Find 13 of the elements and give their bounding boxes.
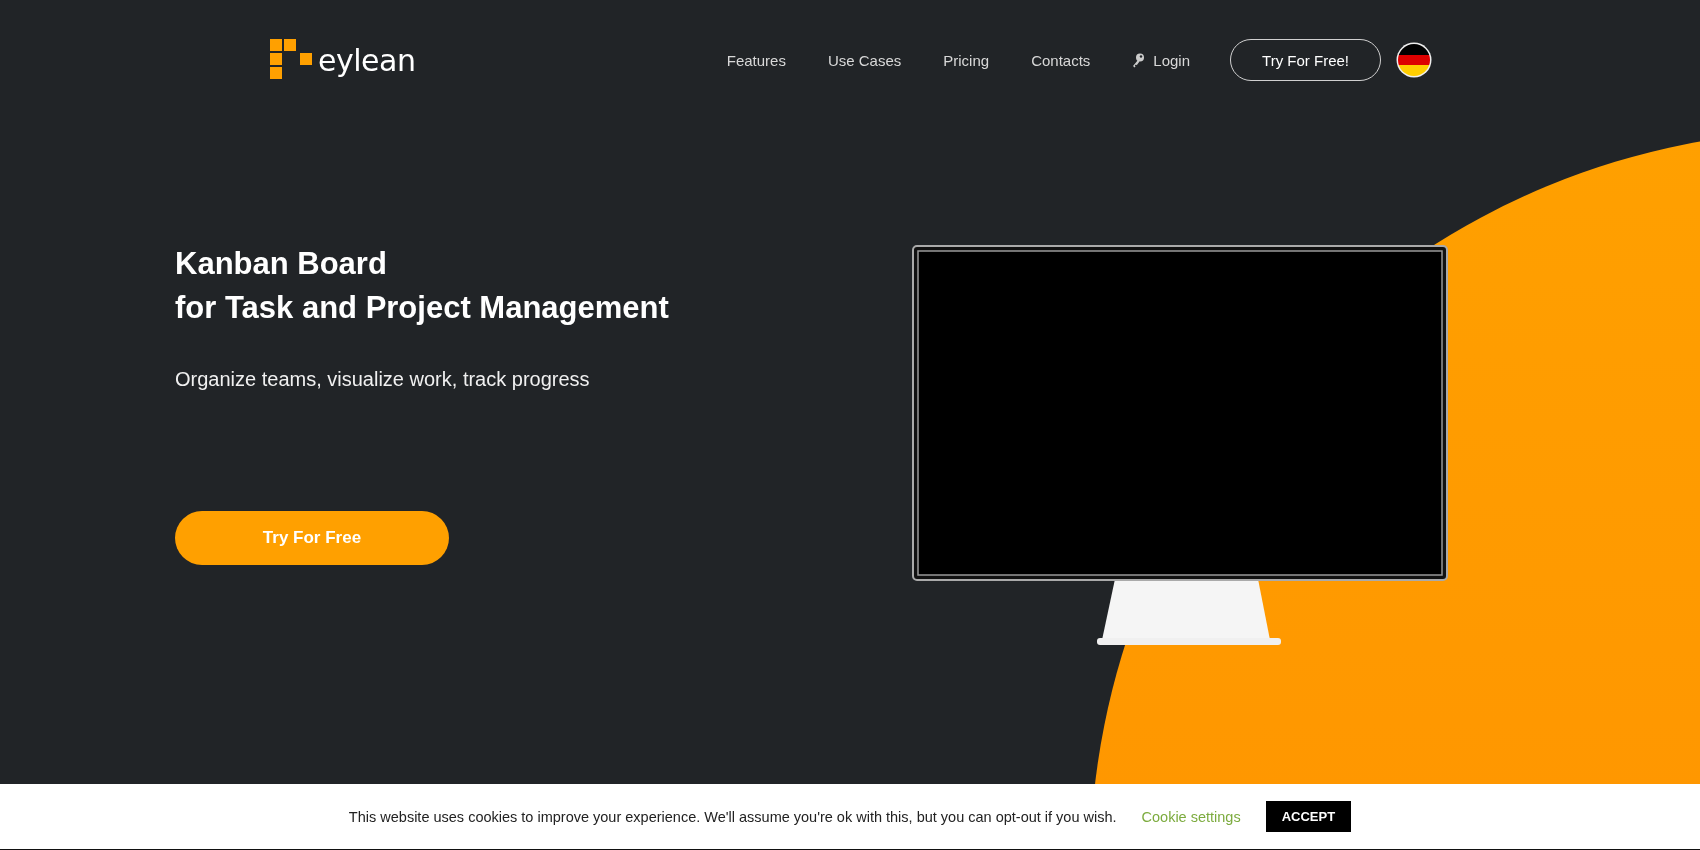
- logo-text[interactable]: eylean: [318, 42, 416, 78]
- hero-heading: Kanban Board for Task and Project Management: [175, 245, 670, 327]
- nav-link[interactable]: Pricing: [943, 51, 990, 69]
- logo-icon: [270, 39, 312, 81]
- nav-link[interactable]: Features: [726, 51, 786, 69]
- key-icon: [1132, 52, 1146, 68]
- german-flag-icon[interactable]: [1396, 42, 1432, 78]
- hero-subtitle: Organize teams, visualize work, track progress: [175, 368, 591, 391]
- accept-button[interactable]: ACCEPT: [1265, 801, 1352, 832]
- nav-link[interactable]: Use Cases: [827, 51, 902, 69]
- nav-link[interactable]: Contacts: [1031, 51, 1091, 69]
- login-link[interactable]: Login: [1132, 51, 1191, 69]
- cookie-message: This website uses cookies to improve your experience. We'll assume you're ok with this, but you can opt-out if you wish.: [348, 808, 1117, 825]
